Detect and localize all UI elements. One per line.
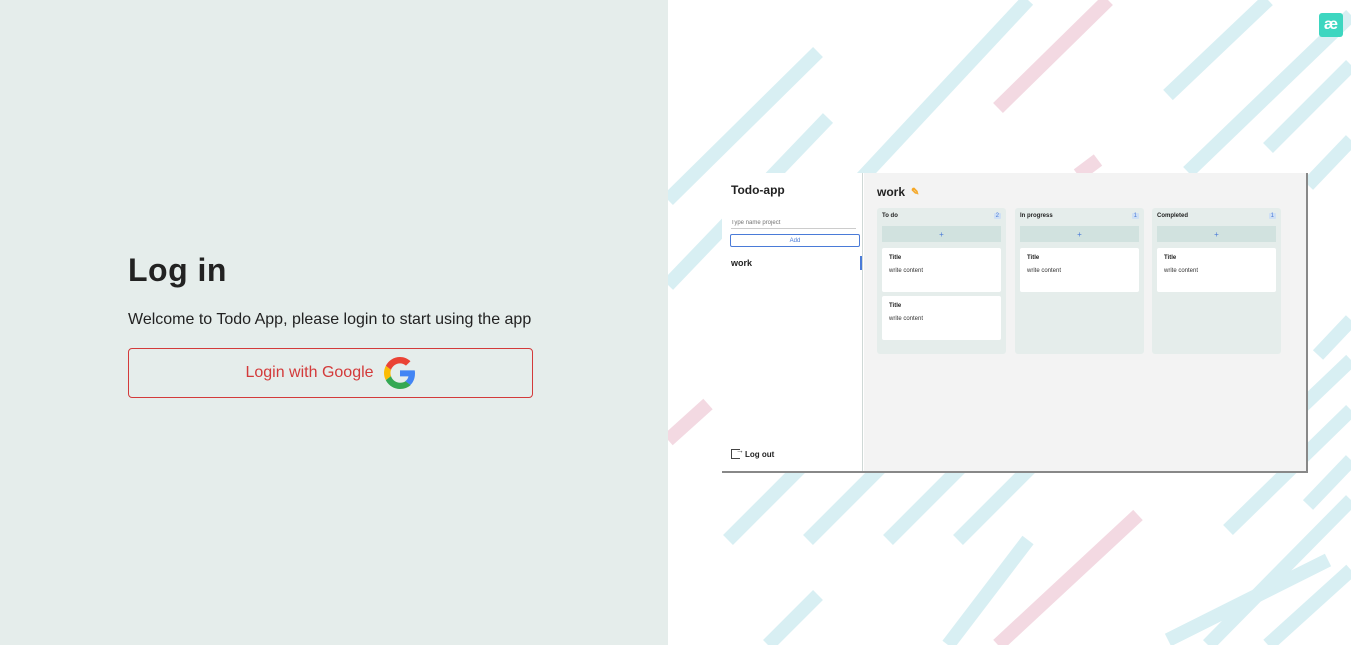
- preview-add-card: +: [1157, 226, 1276, 242]
- google-icon: [383, 357, 415, 389]
- login-google-button[interactable]: Login with Google: [128, 348, 533, 398]
- preview-column-title: In progress: [1020, 213, 1053, 219]
- preview-card: Title write content: [1157, 248, 1276, 292]
- preview-column-title: To do: [882, 213, 898, 219]
- preview-card-title: Title: [1027, 255, 1040, 261]
- page-title: Log in: [128, 252, 227, 288]
- preview-panel: æ Todo-app Add work Log out work ✎ To do…: [668, 0, 1351, 645]
- preview-board: work ✎ To do 2 + Title write content Tit…: [864, 173, 1306, 471]
- preview-column-completed: Completed 1 + Title write content: [1152, 208, 1281, 354]
- preview-card-title: Title: [1164, 255, 1177, 261]
- brand-logo: æ: [1319, 13, 1343, 37]
- preview-card: Title write content: [882, 248, 1001, 292]
- preview-logout: Log out: [731, 446, 775, 459]
- preview-column-count: 1: [1268, 213, 1276, 219]
- welcome-text: Welcome to Todo App, please login to sta…: [128, 311, 532, 328]
- logout-icon: [731, 446, 744, 459]
- preview-column-count: 2: [993, 213, 1001, 219]
- preview-column-todo: To do 2 + Title write content Title writ…: [877, 208, 1006, 354]
- preview-card: Title write content: [1020, 248, 1139, 292]
- preview-board-title: work ✎: [877, 185, 919, 199]
- login-google-label: Login with Google: [245, 364, 374, 381]
- preview-logout-label: Log out: [745, 449, 775, 459]
- preview-card-content: write content: [889, 316, 924, 322]
- preview-add-button: Add: [730, 234, 860, 247]
- login-panel: Log in Welcome to Todo App, please login…: [0, 0, 668, 645]
- pencil-icon: ✎: [911, 186, 920, 198]
- preview-board-title-text: work: [877, 185, 906, 199]
- preview-card-content: write content: [1027, 268, 1062, 274]
- preview-app-title: Todo-app: [731, 183, 785, 197]
- preview-card-title: Title: [889, 303, 902, 309]
- preview-project-item: work: [731, 256, 862, 270]
- preview-project-input: [731, 217, 856, 229]
- preview-column-count: 1: [1131, 213, 1139, 219]
- app-preview-image: Todo-app Add work Log out work ✎ To do 2…: [722, 173, 1308, 473]
- preview-card-content: write content: [889, 268, 924, 274]
- preview-add-card: +: [1020, 226, 1139, 242]
- preview-card-title: Title: [889, 255, 902, 261]
- login-box: Log in Welcome to Todo App, please login…: [128, 252, 533, 398]
- preview-column-in-progress: In progress 1 + Title write content: [1015, 208, 1144, 354]
- preview-card: Title write content: [882, 296, 1001, 340]
- preview-card-content: write content: [1164, 268, 1199, 274]
- preview-sidebar: Todo-app Add work Log out: [722, 173, 863, 471]
- preview-add-card: +: [882, 226, 1001, 242]
- preview-column-title: Completed: [1157, 213, 1189, 219]
